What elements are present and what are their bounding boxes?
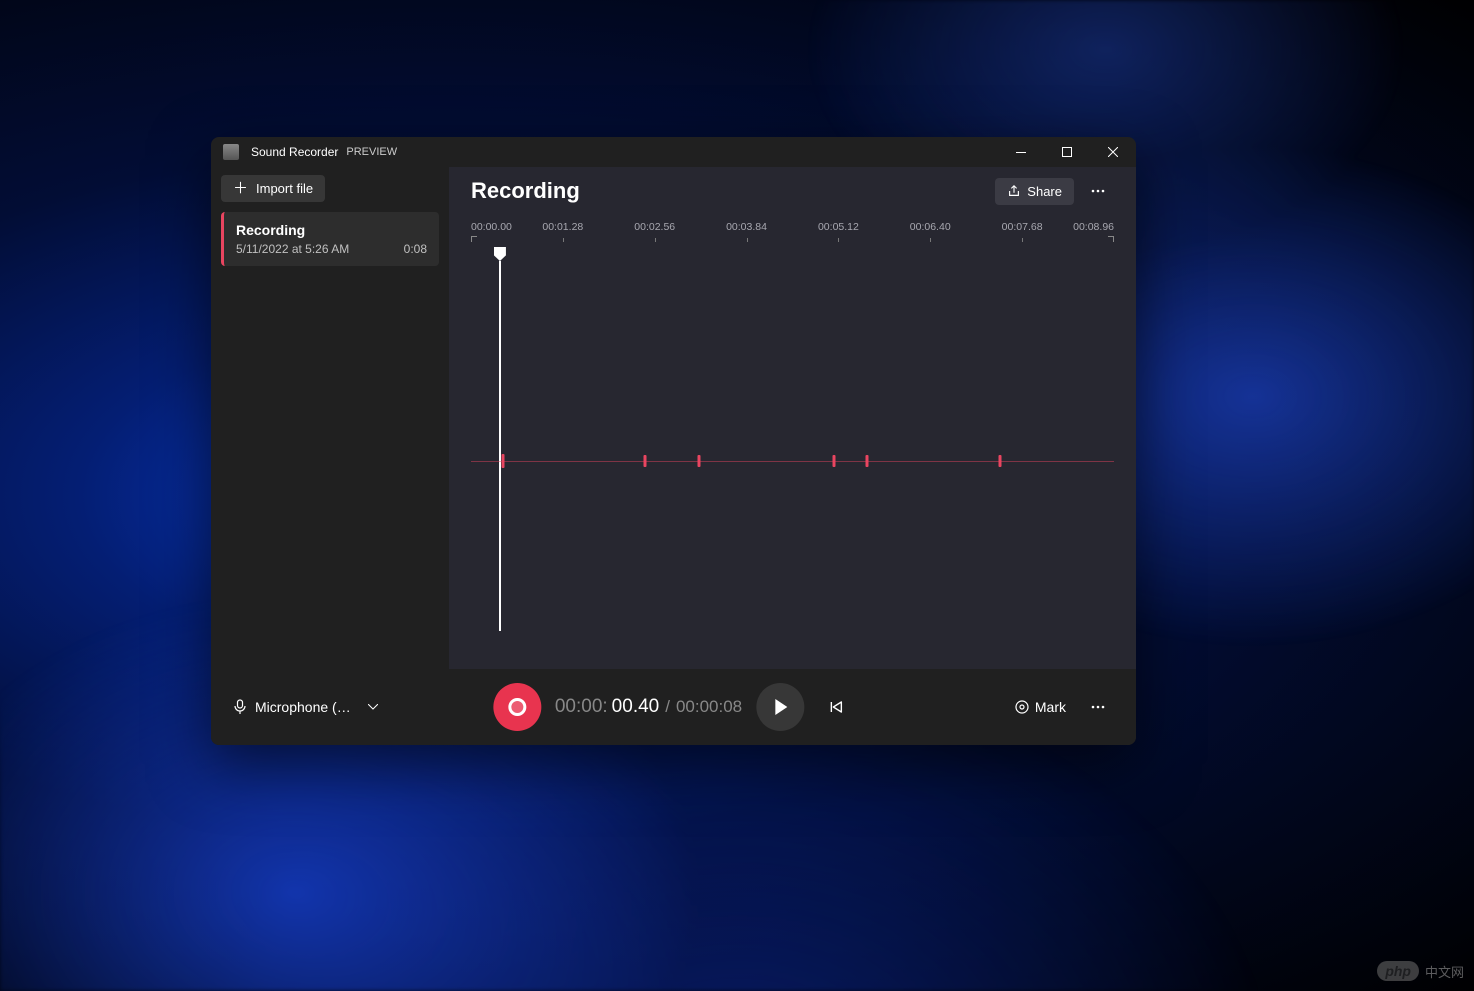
more-options-button[interactable] (1082, 175, 1114, 207)
timeline-tick-label: 00:01.28 (542, 221, 583, 233)
waveform-blip (999, 455, 1002, 467)
timeline-tick-label: 00:00.00 (471, 221, 512, 233)
ruler-end-bracket (1108, 236, 1114, 242)
record-button[interactable] (493, 683, 541, 731)
plus-icon: ＋ (233, 181, 248, 196)
timeline-tick-mark (930, 238, 931, 242)
skip-back-button[interactable] (818, 689, 854, 725)
time-current-prefix: 00:00: (555, 696, 608, 718)
recording-title: Recording (471, 178, 580, 204)
mark-icon (1015, 700, 1029, 714)
waveform-area[interactable] (471, 261, 1114, 669)
app-title: Sound Recorder (251, 145, 338, 159)
recording-item-date: 5/11/2022 at 5:26 AM (236, 242, 349, 256)
play-button[interactable] (756, 683, 804, 731)
time-separator: / (665, 697, 670, 717)
preview-badge: PREVIEW (346, 146, 397, 158)
waveform-blip (866, 455, 869, 467)
maximize-icon (1062, 147, 1072, 157)
timeline-ruler[interactable]: 00:00.00 00:01.28 00:02.56 00:03.84 00:05.12… (471, 221, 1114, 241)
timeline-tick-mark (655, 238, 656, 242)
microphone-icon (233, 699, 247, 715)
waveform-blip (501, 454, 504, 468)
timeline-tick-label: 00:05.12 (818, 221, 859, 233)
right-controls: Mark (1005, 691, 1114, 723)
timeline-tick-label: 00:08.96 (1073, 221, 1114, 233)
import-file-button[interactable]: ＋ Import file (221, 175, 325, 202)
transport-controls: 00:00:00.40 / 00:00:08 (493, 683, 854, 731)
recording-item-title: Recording (236, 222, 427, 238)
timeline-tick-label: 00:06.40 (910, 221, 951, 233)
playhead-handle-icon (494, 247, 506, 261)
microphone-selector[interactable]: Microphone (Hig… (233, 699, 378, 715)
recording-list-item[interactable]: Recording 5/11/2022 at 5:26 AM 0:08 (221, 212, 439, 266)
watermark-text: 中文网 (1425, 962, 1464, 981)
main-panel: Recording Share 00:00.00 00:01.28 00:02.56… (449, 167, 1136, 669)
timeline-tick-label: 00:07.68 (1002, 221, 1043, 233)
time-current: 00.40 (612, 696, 660, 718)
play-icon (773, 699, 787, 715)
titlebar[interactable]: Sound Recorder PREVIEW (211, 137, 1136, 167)
timeline-tick-mark (747, 238, 748, 242)
waveform-blip (644, 455, 647, 467)
timeline-tick-label: 00:02.56 (634, 221, 675, 233)
close-icon (1108, 147, 1118, 157)
skip-back-icon (829, 700, 843, 714)
watermark-logo: php (1377, 961, 1419, 981)
waveform-baseline (471, 461, 1114, 462)
sound-recorder-window: Sound Recorder PREVIEW ＋ Import file Rec… (211, 137, 1136, 745)
mark-button[interactable]: Mark (1005, 693, 1076, 721)
share-icon (1007, 184, 1021, 198)
more-icon (1091, 705, 1105, 709)
close-button[interactable] (1090, 137, 1136, 167)
app-icon (223, 144, 239, 160)
time-display: 00:00:00.40 / 00:00:08 (555, 696, 742, 718)
minimize-icon (1016, 152, 1026, 153)
import-label: Import file (256, 181, 313, 196)
waveform-blip (833, 455, 836, 467)
playhead-track[interactable] (471, 247, 1114, 261)
timeline-tick-mark (1022, 238, 1023, 242)
playhead[interactable] (494, 247, 506, 261)
window-controls (998, 137, 1136, 167)
timeline-tick-mark (838, 238, 839, 242)
share-label: Share (1027, 184, 1062, 199)
bottom-bar: Microphone (Hig… 00:00:00.40 / 00:00:08 (211, 669, 1136, 745)
main-header: Recording Share (471, 175, 1114, 207)
sidebar: ＋ Import file Recording 5/11/2022 at 5:2… (211, 167, 449, 669)
watermark: php 中文网 (1377, 961, 1464, 981)
record-icon (508, 698, 526, 716)
mark-label: Mark (1035, 699, 1066, 715)
microphone-label: Microphone (Hig… (255, 699, 360, 715)
share-button[interactable]: Share (995, 178, 1074, 205)
bottom-more-button[interactable] (1082, 691, 1114, 723)
maximize-button[interactable] (1044, 137, 1090, 167)
chevron-down-icon (368, 704, 378, 710)
more-icon (1091, 189, 1105, 193)
ruler-start-bracket (471, 236, 477, 242)
minimize-button[interactable] (998, 137, 1044, 167)
recording-item-duration: 0:08 (404, 242, 427, 256)
timeline-tick-label: 00:03.84 (726, 221, 767, 233)
waveform-blip (697, 455, 700, 467)
time-total: 00:00:08 (676, 697, 742, 717)
timeline-tick-mark (563, 238, 564, 242)
